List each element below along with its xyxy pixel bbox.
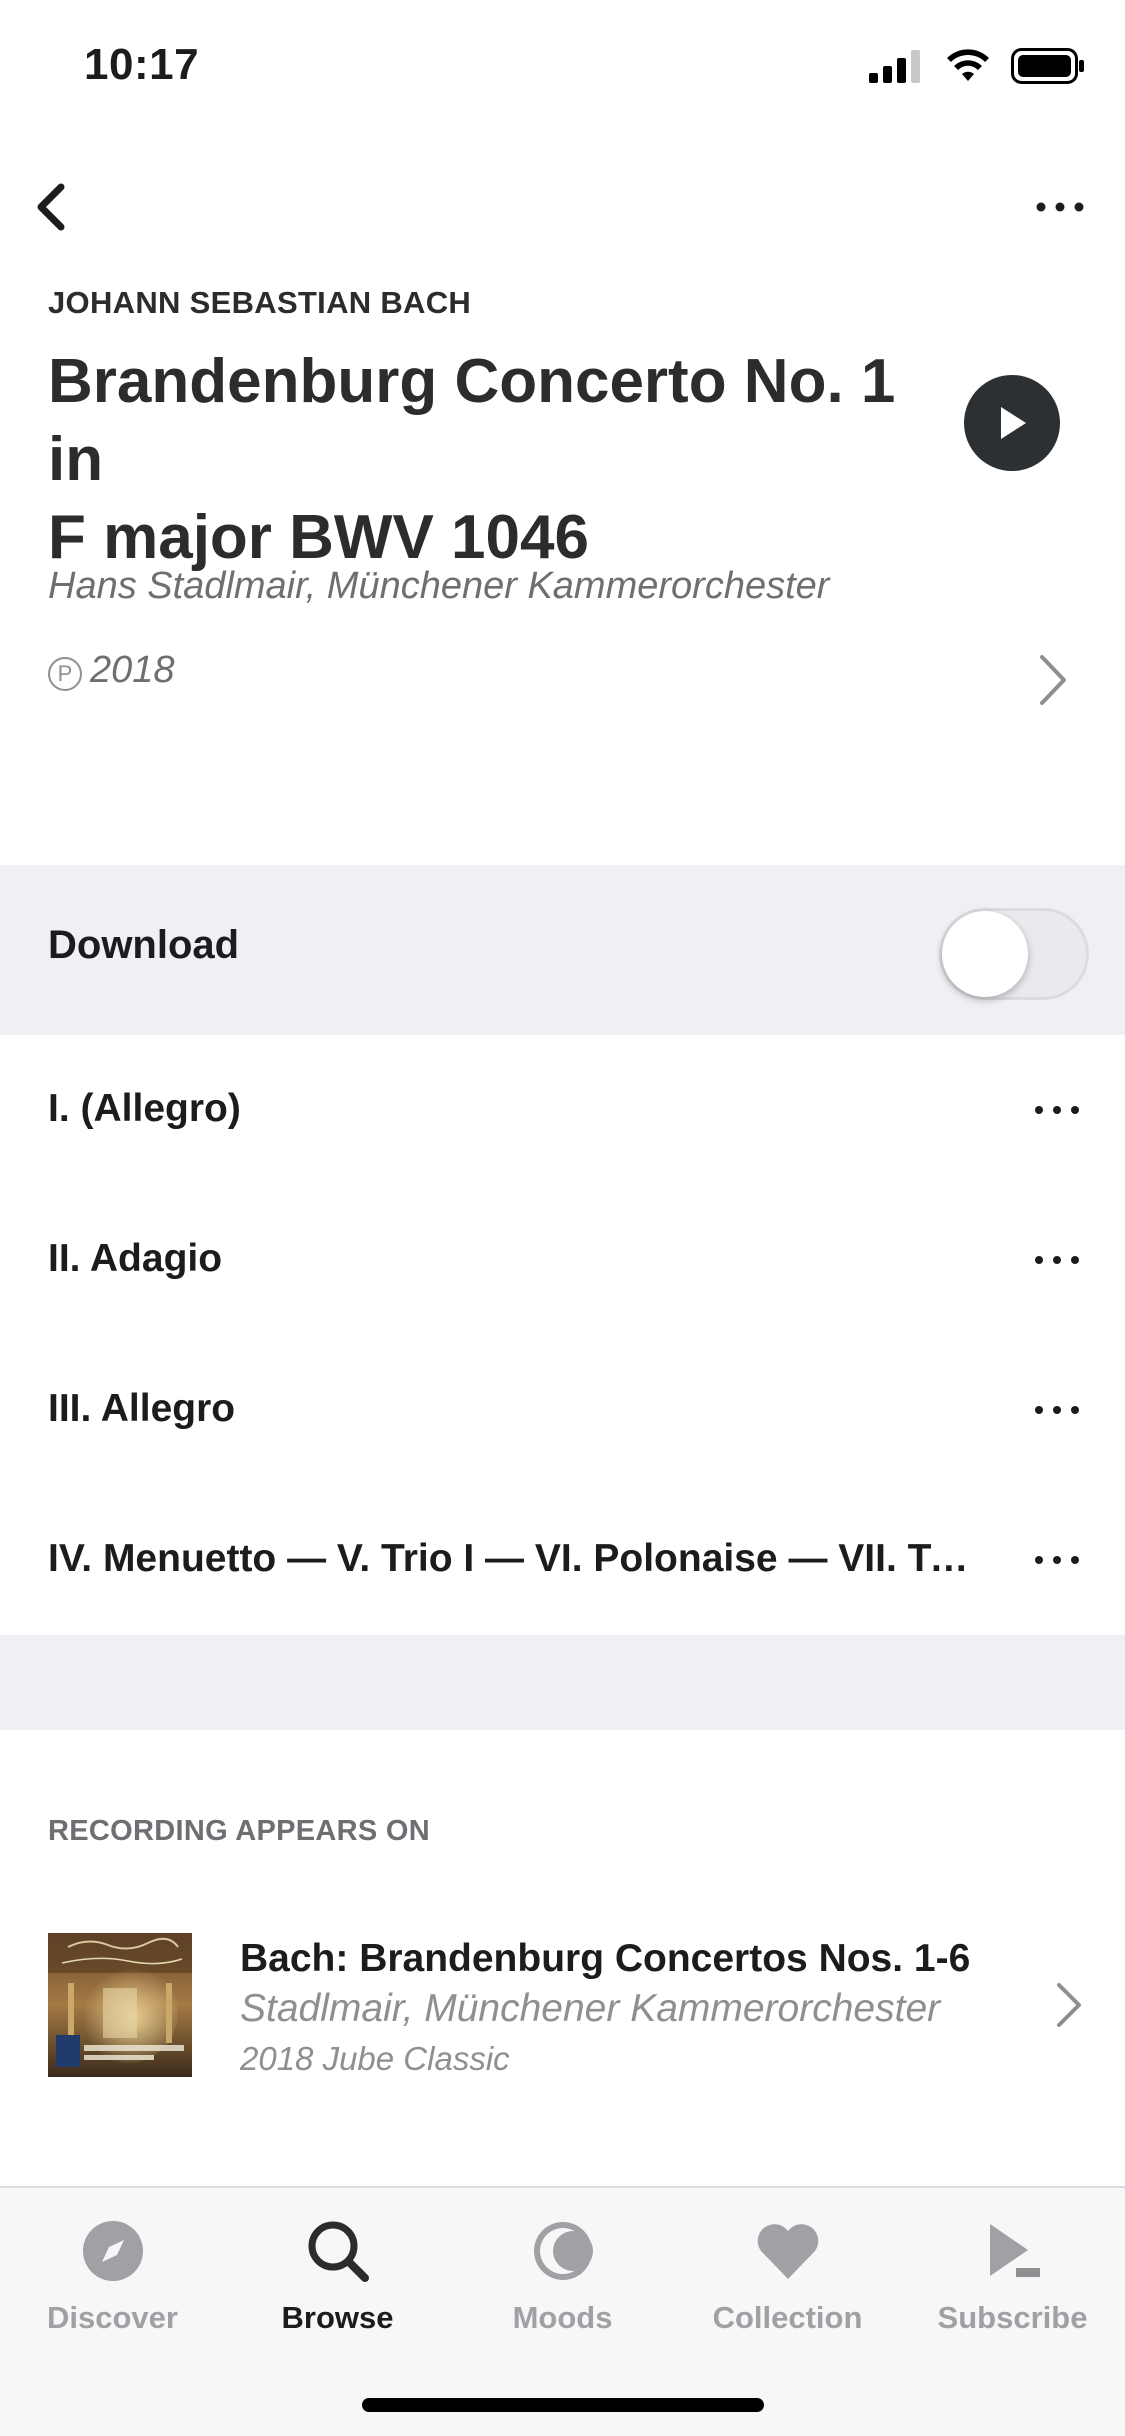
- track-row[interactable]: I. (Allegro): [0, 1035, 1125, 1185]
- toggle-knob: [942, 911, 1028, 997]
- ellipsis-icon: [1035, 1406, 1079, 1414]
- work-header: JOHANN SEBASTIAN BACH Brandenburg Concer…: [48, 285, 1078, 705]
- phonogram-copyright-icon: P: [48, 657, 82, 691]
- tab-browse-label: Browse: [281, 2300, 394, 2335]
- battery-icon: [1011, 48, 1084, 84]
- home-indicator[interactable]: [362, 2398, 764, 2412]
- status-icons: [869, 48, 1085, 84]
- tab-browse[interactable]: Browse: [225, 2216, 450, 2356]
- more-options-button[interactable]: [1015, 172, 1105, 242]
- back-button[interactable]: [16, 172, 86, 242]
- track-more-button[interactable]: [1017, 1525, 1097, 1595]
- status-bar: 10:17: [0, 0, 1125, 140]
- chevron-left-icon: [37, 183, 65, 231]
- release-info-chevron: [1028, 645, 1078, 715]
- track-title: II. Adagio: [48, 1237, 223, 1280]
- tab-moods[interactable]: Moods: [450, 2216, 675, 2356]
- work-title-line-1: Brandenburg Concerto No. 1 in: [48, 347, 896, 494]
- compass-icon: [78, 2216, 148, 2286]
- track-title: I. (Allegro): [48, 1087, 241, 1130]
- track-more-button[interactable]: [1017, 1075, 1097, 1145]
- chevron-right-icon: [1040, 655, 1066, 705]
- download-toggle[interactable]: [939, 908, 1089, 1000]
- wifi-icon: [947, 49, 989, 81]
- tab-discover-label: Discover: [47, 2300, 178, 2335]
- ellipsis-icon: [1036, 202, 1084, 212]
- appears-on-heading: RECORDING APPEARS ON: [48, 1815, 430, 1847]
- track-row[interactable]: IV. Menuetto — V. Trio I — VI. Polonaise…: [0, 1485, 1125, 1635]
- tab-discover[interactable]: Discover: [0, 2216, 225, 2356]
- album-chevron: [1049, 1970, 1089, 2040]
- ellipsis-icon: [1035, 1556, 1079, 1564]
- tab-collection[interactable]: Collection: [675, 2216, 900, 2356]
- heart-icon: [753, 2216, 823, 2286]
- tab-moods-label: Moods: [512, 2300, 613, 2335]
- navigation-bar: [0, 160, 1125, 250]
- album-meta: 2018 Jube Classic: [240, 2040, 510, 2077]
- track-more-button[interactable]: [1017, 1375, 1097, 1445]
- track-more-button[interactable]: [1017, 1225, 1097, 1295]
- subscribe-play-icon: [978, 2216, 1048, 2286]
- section-separator: [0, 1635, 1125, 1730]
- status-time: 10:17: [84, 40, 200, 89]
- search-icon: [303, 2216, 373, 2286]
- album-title: Bach: Brandenburg Concertos Nos. 1-6: [240, 1937, 971, 1980]
- ellipsis-icon: [1035, 1256, 1079, 1264]
- download-label: Download: [48, 923, 240, 967]
- download-row: Download: [0, 865, 1125, 1035]
- tab-subscribe[interactable]: Subscribe: [900, 2216, 1125, 2356]
- album-cover: [48, 1933, 192, 2077]
- track-row[interactable]: II. Adagio: [0, 1185, 1125, 1335]
- track-list: I. (Allegro) II. Adagio III. Allegro IV.…: [0, 1035, 1125, 1635]
- play-button[interactable]: [964, 375, 1060, 471]
- release-info-row[interactable]: P 2018: [48, 645, 1078, 715]
- work-title: Brandenburg Concerto No. 1 in F major BW…: [48, 343, 948, 577]
- track-title: III. Allegro: [48, 1387, 236, 1430]
- tab-subscribe-label: Subscribe: [937, 2300, 1088, 2335]
- performers: Hans Stadlmair, Münchener Kammerorcheste…: [48, 565, 830, 607]
- tab-collection-label: Collection: [712, 2300, 863, 2335]
- album-row[interactable]: Bach: Brandenburg Concertos Nos. 1-6 Sta…: [0, 1925, 1125, 2085]
- moon-icon: [528, 2216, 598, 2286]
- track-row[interactable]: III. Allegro: [0, 1335, 1125, 1485]
- release-year: 2018: [90, 649, 175, 691]
- album-artists: Stadlmair, Münchener Kammerorchester: [240, 1987, 941, 2030]
- composer-name: JOHANN SEBASTIAN BACH: [48, 285, 472, 320]
- chevron-right-icon: [1057, 1983, 1081, 2027]
- track-title: IV. Menuetto — V. Trio I — VI. Polonaise…: [48, 1537, 978, 1580]
- play-icon: [1001, 407, 1026, 439]
- ellipsis-icon: [1035, 1106, 1079, 1114]
- cellular-signal-icon: [869, 50, 920, 83]
